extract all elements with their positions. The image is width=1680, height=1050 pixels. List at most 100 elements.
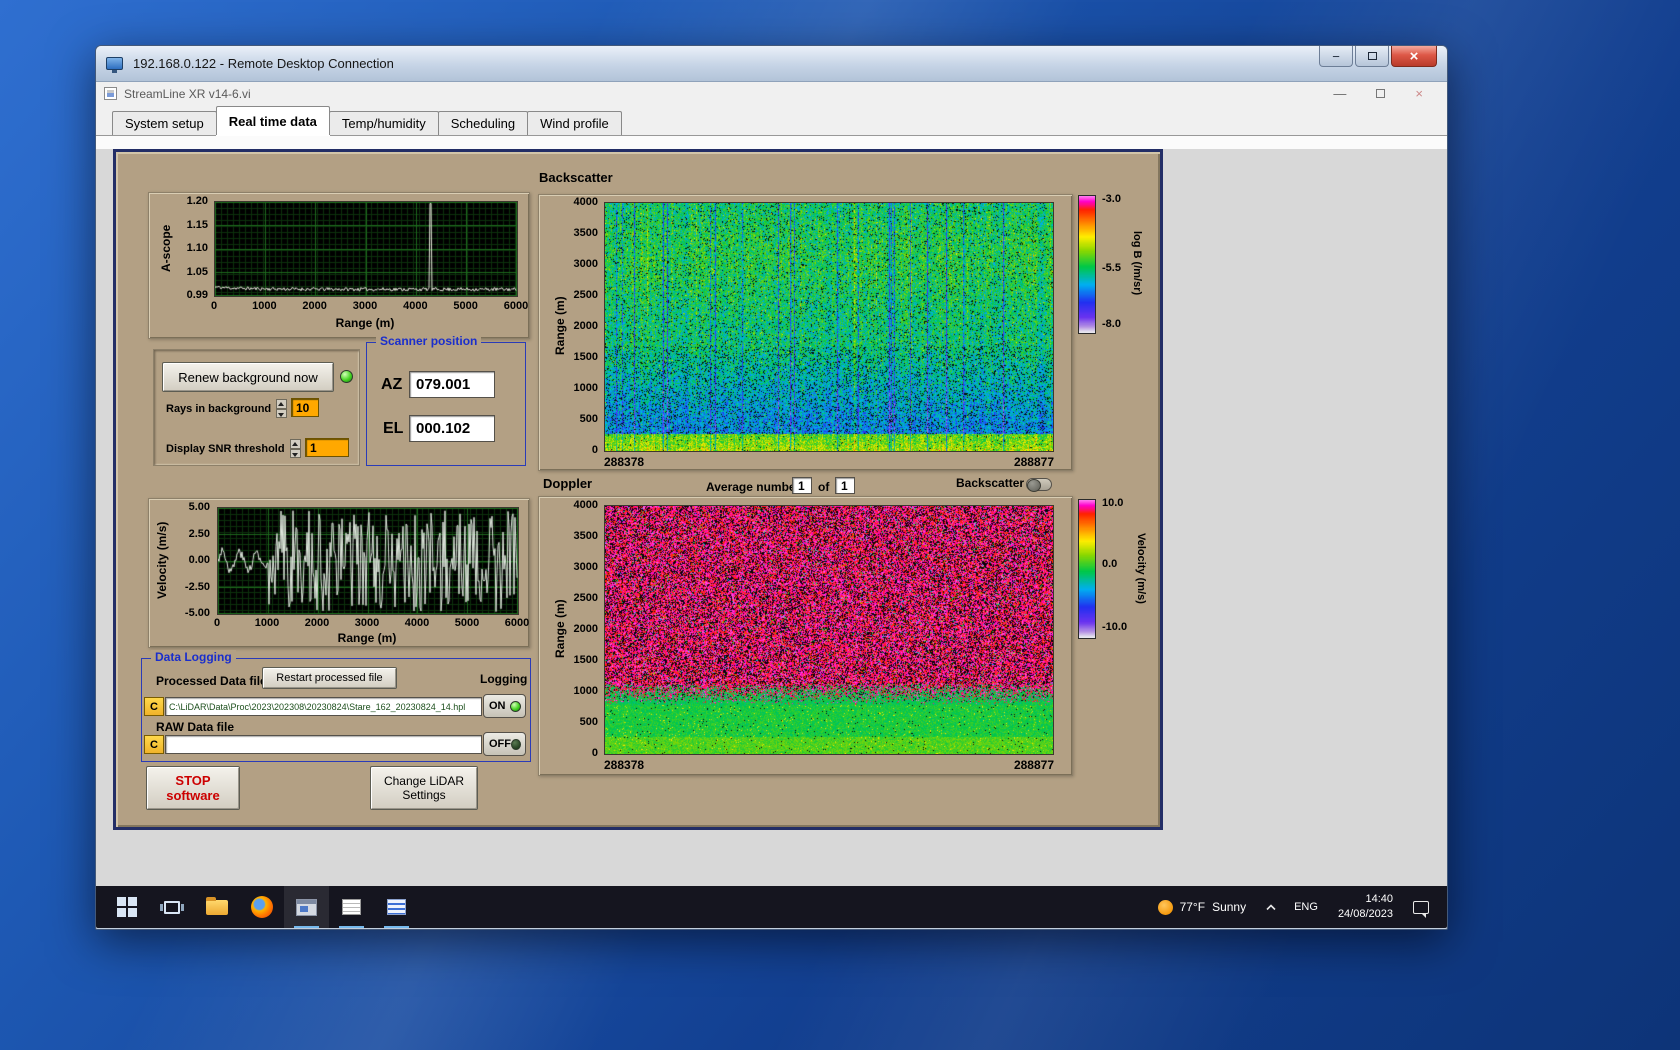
increment-arrow-icon[interactable] — [290, 439, 301, 449]
tab-wind-profile[interactable]: Wind profile — [527, 111, 622, 135]
tick-label: 1500 — [574, 351, 598, 363]
document-app-taskbar-button[interactable] — [374, 886, 419, 928]
backscatter-x-ticks: 288378288877 — [604, 455, 1054, 468]
tick-label: 1.15 — [187, 219, 208, 231]
tab-scheduling[interactable]: Scheduling — [438, 111, 528, 135]
ascope-plot-area — [214, 201, 518, 297]
tray-overflow-button[interactable] — [1258, 886, 1284, 928]
average-number-value[interactable]: 1 — [792, 477, 812, 494]
app-restore-button[interactable] — [1376, 87, 1385, 100]
processed-file-path-input[interactable]: C:\LiDAR\Data\Proc\2023\202308\20230824\… — [165, 697, 482, 716]
rays-in-background-value[interactable]: 10 — [291, 398, 319, 417]
az-value[interactable]: 079.001 — [409, 371, 495, 398]
raw-file-drive-button[interactable]: C — [144, 735, 164, 754]
doppler-plot-area — [604, 505, 1054, 755]
tick-label: -5.5 — [1102, 262, 1121, 274]
document-app-icon — [387, 899, 406, 915]
tick-label: 0 — [211, 300, 217, 312]
language-indicator[interactable]: ENG — [1284, 886, 1328, 928]
task-view-icon — [164, 901, 180, 914]
backscatter-colorbar — [1078, 195, 1096, 334]
tick-label: -8.0 — [1102, 318, 1121, 330]
tick-label: 0.99 — [187, 289, 208, 301]
tick-label: 3000 — [574, 561, 598, 573]
average-total-value[interactable]: 1 — [835, 477, 855, 494]
tab-temp-humidity[interactable]: Temp/humidity — [329, 111, 439, 135]
rdp-restore-button[interactable] — [1355, 46, 1389, 67]
logging-on-button[interactable]: ON — [483, 694, 526, 718]
remote-desktop-icon — [106, 57, 123, 70]
tick-label: -10.0 — [1102, 621, 1127, 633]
tick-label: 4000 — [403, 300, 427, 312]
app-titlebar[interactable]: StreamLine XR v14-6.vi — × — [96, 82, 1447, 105]
task-view-button[interactable] — [149, 886, 194, 928]
tick-label: 3500 — [574, 227, 598, 239]
tick-label: 1.20 — [187, 195, 208, 207]
notification-icon — [1413, 901, 1429, 914]
app-minimize-button[interactable]: — — [1333, 87, 1346, 100]
decrement-arrow-icon[interactable] — [276, 409, 287, 419]
logging-off-button[interactable]: OFF — [483, 732, 526, 756]
rays-in-background-spinner — [276, 399, 287, 418]
backscatter-colorbar-label: log B (/m/sr) — [1131, 195, 1143, 332]
doppler-colorbar — [1078, 499, 1096, 639]
scan-schedule-taskbar-button[interactable] — [329, 886, 374, 928]
velocity-x-axis-label: Range (m) — [217, 631, 517, 645]
tray-time: 14:40 — [1365, 892, 1393, 907]
processed-file-drive-button[interactable]: C — [144, 697, 164, 716]
velocity-y-ticks: 5.002.500.00-2.50-5.00 — [173, 507, 213, 613]
stop-software-button[interactable]: STOP software — [146, 766, 240, 810]
weather-temp: 77°F — [1180, 900, 1205, 914]
taskbar-icons — [96, 886, 419, 928]
increment-arrow-icon[interactable] — [276, 399, 287, 409]
el-value[interactable]: 000.102 — [409, 415, 495, 442]
change-lidar-line2: Settings — [402, 788, 445, 802]
weather-widget[interactable]: 77°F Sunny — [1146, 886, 1259, 928]
doppler-colorbar-ticks: 10.00.0-10.0 — [1099, 499, 1135, 637]
snr-threshold-value[interactable]: 1 — [305, 438, 349, 457]
backscatter-title: Backscatter — [539, 170, 613, 185]
renew-background-button[interactable]: Renew background now — [162, 362, 334, 392]
off-label: OFF — [489, 738, 511, 750]
desktop: 192.168.0.122 - Remote Desktop Connectio… — [0, 0, 1680, 1050]
streamline-app-window: StreamLine XR v14-6.vi — × System setup … — [96, 82, 1447, 886]
tick-label: 1500 — [574, 654, 598, 666]
restart-processed-file-button[interactable]: Restart processed file — [262, 667, 397, 689]
tick-label: 0 — [592, 747, 598, 759]
rdp-close-button[interactable]: × — [1391, 46, 1437, 67]
velocity-y-axis-label: Velocity (m/s) — [155, 507, 169, 613]
clock[interactable]: 14:40 24/08/2023 — [1328, 886, 1403, 928]
rdp-titlebar[interactable]: 192.168.0.122 - Remote Desktop Connectio… — [96, 46, 1447, 82]
raw-file-path-input[interactable] — [165, 735, 482, 754]
doppler-colorbar-canvas — [1079, 500, 1095, 638]
file-explorer-button[interactable] — [194, 886, 239, 928]
firefox-button[interactable] — [239, 886, 284, 928]
restore-icon — [1376, 89, 1385, 98]
app-close-button[interactable]: × — [1415, 87, 1423, 100]
tick-label: 6000 — [504, 300, 528, 312]
tab-bar: System setup Real time data Temp/humidit… — [96, 105, 1447, 136]
tab-system-setup[interactable]: System setup — [112, 111, 217, 135]
ascope-canvas — [215, 202, 517, 296]
tray-date: 24/08/2023 — [1338, 907, 1393, 922]
tick-label: 2000 — [305, 617, 329, 629]
tick-label: 2500 — [574, 592, 598, 604]
decrement-arrow-icon[interactable] — [290, 449, 301, 459]
average-number-label: Average number — [706, 480, 800, 494]
tick-label: 4000 — [574, 196, 598, 208]
firefox-icon — [251, 896, 273, 918]
backscatter-toggle[interactable] — [1026, 478, 1052, 491]
backscatter-colorbar-canvas — [1079, 196, 1095, 333]
tick-label: 288378 — [604, 455, 644, 469]
app-title: StreamLine XR v14-6.vi — [124, 87, 251, 101]
tab-real-time-data[interactable]: Real time data — [216, 106, 330, 135]
change-lidar-settings-button[interactable]: Change LiDAR Settings — [370, 766, 478, 810]
streamline-taskbar-button[interactable] — [284, 886, 329, 928]
notification-center-button[interactable] — [1403, 886, 1439, 928]
taskbar: 77°F Sunny ENG 14:40 24/08/2023 — [96, 886, 1447, 928]
tick-label: 288378 — [604, 758, 644, 772]
tick-label: 3500 — [574, 530, 598, 542]
tick-label: 3000 — [574, 258, 598, 270]
rdp-minimize-button[interactable]: − — [1319, 46, 1353, 67]
start-button[interactable] — [104, 886, 149, 928]
